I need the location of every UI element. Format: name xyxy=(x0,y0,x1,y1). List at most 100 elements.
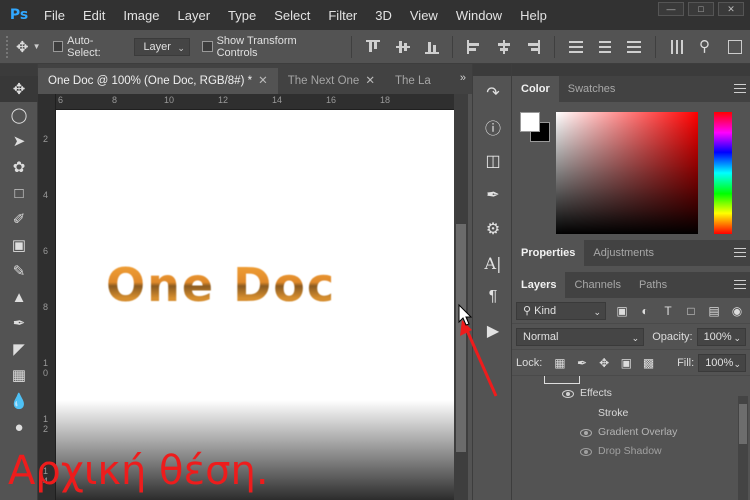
doc-tab[interactable]: The Next One ✕ xyxy=(277,68,385,94)
tab-swatches[interactable]: Swatches xyxy=(559,76,625,102)
tab-adjustments[interactable]: Adjustments xyxy=(584,240,663,266)
ruler-horizontal[interactable]: 6 8 10 12 14 16 18 xyxy=(38,94,454,110)
lock-position-icon[interactable]: ✥ xyxy=(598,356,611,370)
align-hcenter-icon[interactable] xyxy=(497,39,510,54)
opacity-input[interactable]: 100% ⌄ xyxy=(696,327,746,346)
doc-tab[interactable]: The La xyxy=(384,68,441,94)
layer-effect-row[interactable]: Gradient Overlay xyxy=(512,423,740,442)
filter-shape-icon[interactable]: □ xyxy=(684,304,698,318)
quick-select-tool-icon[interactable]: ✿ xyxy=(0,154,38,180)
distribute-top-icon[interactable] xyxy=(568,40,583,54)
menu-type[interactable]: Type xyxy=(228,8,256,23)
panel-menu-icon[interactable] xyxy=(734,280,746,289)
move-tool-icon[interactable]: ✥ xyxy=(16,38,29,56)
eye-icon[interactable] xyxy=(580,429,592,437)
dock-header[interactable] xyxy=(473,64,511,76)
layer-thumbnail[interactable] xyxy=(544,376,580,384)
crop-tool-icon[interactable]: □ xyxy=(0,180,38,206)
panel-menu-icon[interactable] xyxy=(734,84,746,93)
fill-input[interactable]: 100% ⌄ xyxy=(698,353,747,372)
tab-properties[interactable]: Properties xyxy=(512,240,585,266)
document-canvas[interactable]: One Doc xyxy=(56,110,454,500)
navigator-icon[interactable]: ◫ xyxy=(473,144,513,178)
auto-select-dropdown[interactable]: Layer ⌄ xyxy=(134,37,190,56)
tools-panel-header[interactable] xyxy=(0,64,37,76)
doc-tab-active[interactable]: One Doc @ 100% (One Doc, RGB/8#) * ✕ xyxy=(38,68,278,94)
filter-adjustment-icon[interactable]: ◐ xyxy=(638,304,652,318)
blend-mode-dropdown[interactable]: Normal ⌄ xyxy=(516,327,645,346)
move-tool-icon[interactable]: ✥ xyxy=(0,76,38,102)
lock-all-icon[interactable]: ▩ xyxy=(642,356,655,370)
panel-header-strip[interactable] xyxy=(512,64,750,76)
panel-menu-icon[interactable] xyxy=(734,248,746,257)
menu-view[interactable]: View xyxy=(410,8,438,23)
scrollbar-thumb[interactable] xyxy=(456,224,466,452)
canvas-scrollbar[interactable] xyxy=(454,94,468,500)
workspace-icon[interactable] xyxy=(728,39,742,54)
filter-type-icon[interactable]: T xyxy=(661,304,675,318)
character-icon[interactable]: A| xyxy=(473,246,513,280)
auto-select-checkbox[interactable] xyxy=(52,41,64,52)
align-left-icon[interactable] xyxy=(467,39,480,54)
lock-pixels-icon[interactable]: ▦ xyxy=(553,356,566,370)
close-icon[interactable]: ✕ xyxy=(718,2,744,16)
align-vcenter-icon[interactable] xyxy=(395,40,410,54)
brush-tool-icon[interactable]: ✎ xyxy=(0,258,38,284)
align-top-icon[interactable] xyxy=(366,39,381,54)
tab-layers[interactable]: Layers xyxy=(512,272,566,298)
align-bottom-icon[interactable] xyxy=(425,40,440,54)
minimize-icon[interactable]: — xyxy=(658,2,684,16)
eye-icon[interactable] xyxy=(580,448,592,456)
lock-artboard-icon[interactable]: ▣ xyxy=(620,356,633,370)
history-brush-tool-icon[interactable]: ✒ xyxy=(0,310,38,336)
color-field[interactable] xyxy=(556,112,698,234)
menu-window[interactable]: Window xyxy=(456,8,502,23)
layer-effects-row[interactable]: Effects xyxy=(512,384,740,403)
tab-paths[interactable]: Paths xyxy=(630,272,676,298)
options-grip[interactable] xyxy=(6,35,8,58)
marquee-tool-icon[interactable]: ◯ xyxy=(0,102,38,128)
menu-help[interactable]: Help xyxy=(520,8,547,23)
filter-smart-object-icon[interactable]: ▤ xyxy=(707,304,721,318)
menu-edit[interactable]: Edit xyxy=(83,8,105,23)
actions-play-icon[interactable]: ▶ xyxy=(473,314,513,348)
menu-file[interactable]: File xyxy=(44,8,65,23)
adjust-icon[interactable]: ⚙ xyxy=(473,212,513,246)
search-icon[interactable]: ⚲ xyxy=(699,39,712,54)
distribute-vcenter-icon[interactable] xyxy=(598,40,611,54)
show-transform-checkbox[interactable] xyxy=(201,41,213,52)
filter-toggle-icon[interactable]: ◉ xyxy=(730,304,744,318)
eye-icon[interactable] xyxy=(562,390,574,398)
close-icon[interactable]: ✕ xyxy=(258,75,268,87)
paragraph-icon[interactable]: ¶ xyxy=(473,280,513,314)
lasso-tool-icon[interactable]: ➤ xyxy=(0,128,38,154)
close-icon[interactable]: ✕ xyxy=(365,75,375,87)
tab-channels[interactable]: Channels xyxy=(565,272,629,298)
menu-filter[interactable]: Filter xyxy=(328,8,357,23)
blur-tool-icon[interactable]: 💧 xyxy=(0,388,38,414)
dodge-tool-icon[interactable]: ● xyxy=(0,414,38,440)
gradient-tool-icon[interactable]: ▦ xyxy=(0,362,38,388)
foreground-color-swatch[interactable] xyxy=(520,112,540,132)
filter-pixel-icon[interactable]: ▣ xyxy=(615,304,629,318)
eyedropper-tool-icon[interactable]: ✐ xyxy=(0,206,38,232)
menu-select[interactable]: Select xyxy=(274,8,310,23)
layer-effect-row[interactable]: Stroke xyxy=(512,404,740,423)
menu-3d[interactable]: 3D xyxy=(375,8,392,23)
menu-layer[interactable]: Layer xyxy=(178,8,211,23)
layers-scrollbar[interactable] xyxy=(738,396,748,500)
hue-slider[interactable] xyxy=(714,112,732,234)
menu-image[interactable]: Image xyxy=(123,8,159,23)
lock-brush-icon[interactable]: ✒ xyxy=(575,356,588,370)
distribute-bottom-icon[interactable] xyxy=(627,40,642,54)
healing-tool-icon[interactable]: ▣ xyxy=(0,232,38,258)
tab-color[interactable]: Color xyxy=(512,76,559,102)
align-right-icon[interactable] xyxy=(526,39,541,54)
layer-effect-row[interactable]: Drop Shadow xyxy=(512,442,740,461)
history-icon[interactable]: ↷ xyxy=(473,76,513,110)
brush-presets-icon[interactable]: ✒ xyxy=(473,178,513,212)
clone-stamp-tool-icon[interactable]: ▲ xyxy=(0,284,38,310)
canvas-text-layer[interactable]: One Doc xyxy=(106,258,336,312)
info-icon[interactable]: ⓘ xyxy=(473,110,513,144)
more-tabs-icon[interactable]: » xyxy=(460,72,466,84)
